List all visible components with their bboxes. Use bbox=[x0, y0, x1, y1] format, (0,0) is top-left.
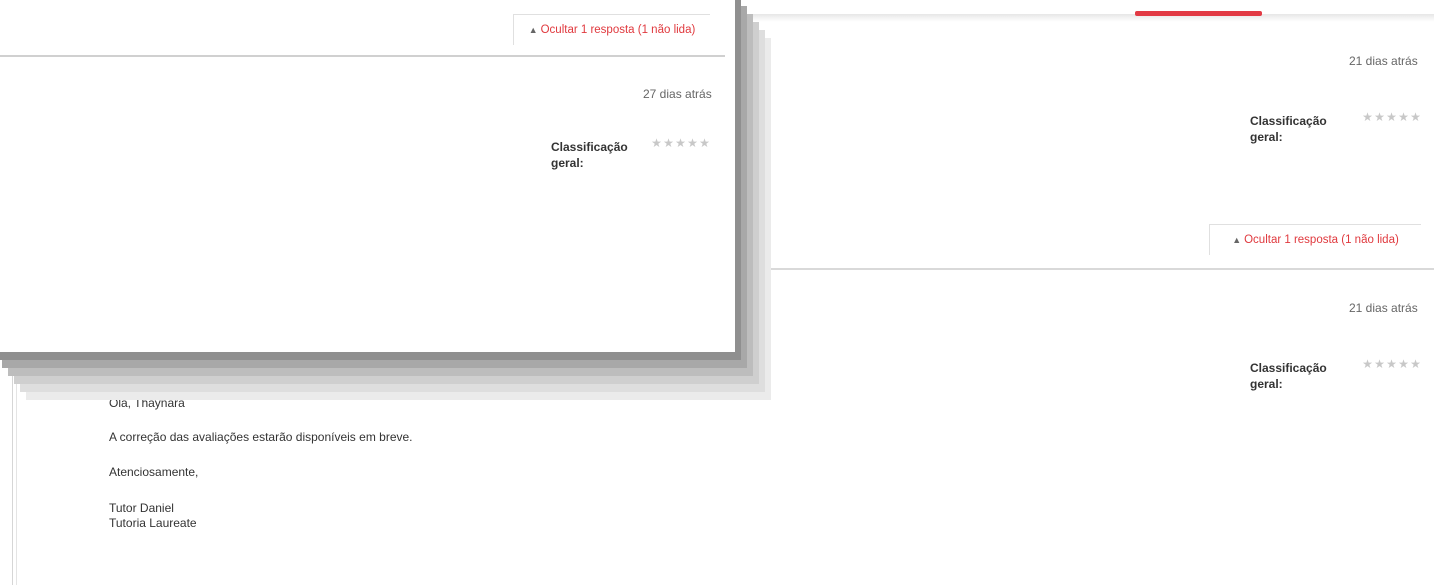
hide-replies-label[interactable]: Ocultar 1 resposta (1 não lida) bbox=[1244, 234, 1399, 246]
reply-timestamp: 27 dias atrás bbox=[643, 87, 712, 101]
rating-stars[interactable]: ★ ★ ★ ★ ★ bbox=[1361, 110, 1421, 124]
thread-indent-rule bbox=[12, 350, 13, 585]
hide-replies-toggle[interactable]: ▲ Ocultar 1 resposta (1 não lida) bbox=[513, 14, 710, 45]
star-empty-icon[interactable]: ★ bbox=[1409, 110, 1421, 124]
star-empty-icon[interactable]: ★ bbox=[674, 136, 686, 150]
screen: 21 dias atrás Classificação geral: ★ ★ ★… bbox=[0, 0, 1434, 585]
star-empty-icon[interactable]: ★ bbox=[1397, 110, 1409, 124]
star-empty-icon[interactable]: ★ bbox=[1373, 110, 1385, 124]
rating-stars[interactable]: ★ ★ ★ ★ ★ bbox=[650, 136, 710, 150]
rating-label: Classificação geral: bbox=[1250, 114, 1327, 144]
triangle-up-icon: ▲ bbox=[528, 25, 538, 35]
star-empty-icon[interactable]: ★ bbox=[1361, 357, 1373, 371]
overlay-panel: ▲ Ocultar 1 resposta (1 não lida) 27 dia… bbox=[0, 0, 735, 352]
star-empty-icon[interactable]: ★ bbox=[662, 136, 674, 150]
rating-stars[interactable]: ★ ★ ★ ★ ★ bbox=[1361, 357, 1421, 371]
star-empty-icon[interactable]: ★ bbox=[1385, 110, 1397, 124]
triangle-up-icon: ▲ bbox=[1232, 235, 1242, 245]
star-empty-icon[interactable]: ★ bbox=[1385, 357, 1397, 371]
star-empty-icon[interactable]: ★ bbox=[686, 136, 698, 150]
thread-indent-rule bbox=[16, 350, 17, 585]
reply-separator bbox=[0, 55, 725, 57]
rating-label: Classificação geral: bbox=[1250, 361, 1327, 391]
star-empty-icon[interactable]: ★ bbox=[650, 136, 662, 150]
hide-replies-label[interactable]: Ocultar 1 resposta (1 não lida) bbox=[541, 24, 696, 36]
star-empty-icon[interactable]: ★ bbox=[698, 136, 710, 150]
star-empty-icon[interactable]: ★ bbox=[1409, 357, 1421, 371]
message-greeting: Olá, Thaynara bbox=[109, 396, 185, 410]
reply-timestamp: 21 dias atrás bbox=[1349, 301, 1418, 315]
post-timestamp: 21 dias atrás bbox=[1349, 54, 1418, 68]
signature-name: Tutor Daniel bbox=[109, 501, 174, 515]
star-empty-icon[interactable]: ★ bbox=[1397, 357, 1409, 371]
reply-separator bbox=[735, 268, 1434, 270]
rating-label: Classificação geral: bbox=[551, 140, 628, 170]
message-closing: Atenciosamente, bbox=[109, 465, 199, 479]
message-body: A correção das avaliações estarão dispon… bbox=[109, 430, 413, 444]
signature-org: Tutoria Laureate bbox=[109, 516, 197, 530]
star-empty-icon[interactable]: ★ bbox=[1373, 357, 1385, 371]
active-tab-indicator bbox=[1135, 11, 1262, 16]
star-empty-icon[interactable]: ★ bbox=[1361, 110, 1373, 124]
hide-replies-toggle[interactable]: ▲ Ocultar 1 resposta (1 não lida) bbox=[1209, 224, 1421, 255]
